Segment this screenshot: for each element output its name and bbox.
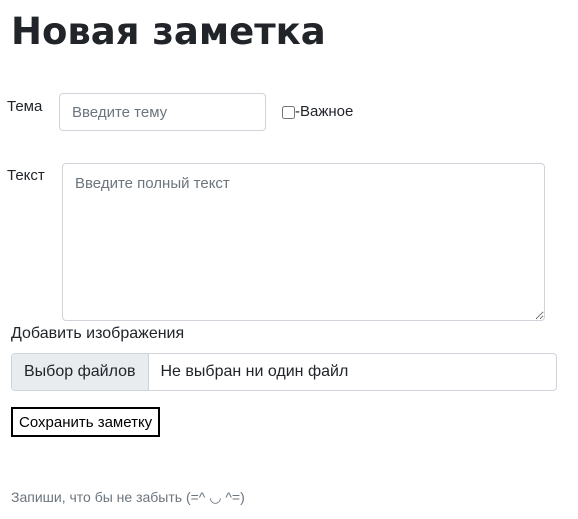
choose-files-button[interactable]: Выбор файлов bbox=[12, 354, 149, 390]
topic-label: Тема bbox=[7, 98, 43, 115]
footer-text: Запиши, что бы не забыть (=^ ◡ ^=) bbox=[11, 489, 245, 505]
text-area[interactable] bbox=[62, 163, 545, 321]
note-form-page: Новая заметка Тема -Важное Текст Добавит… bbox=[0, 0, 578, 519]
topic-input[interactable] bbox=[59, 93, 266, 131]
file-status: Не выбран ни один файл bbox=[160, 363, 349, 380]
file-input[interactable]: Выбор файлов Не выбран ни один файл bbox=[11, 353, 557, 391]
important-checkbox[interactable] bbox=[282, 105, 295, 119]
page-title: Новая заметка bbox=[11, 10, 326, 53]
images-label: Добавить изображения bbox=[11, 325, 185, 342]
text-label: Текст bbox=[7, 167, 45, 184]
important-label: -Важное bbox=[295, 103, 354, 120]
important-toggle[interactable]: -Важное bbox=[282, 102, 353, 122]
save-note-button[interactable]: Сохранить заметку bbox=[11, 407, 161, 437]
